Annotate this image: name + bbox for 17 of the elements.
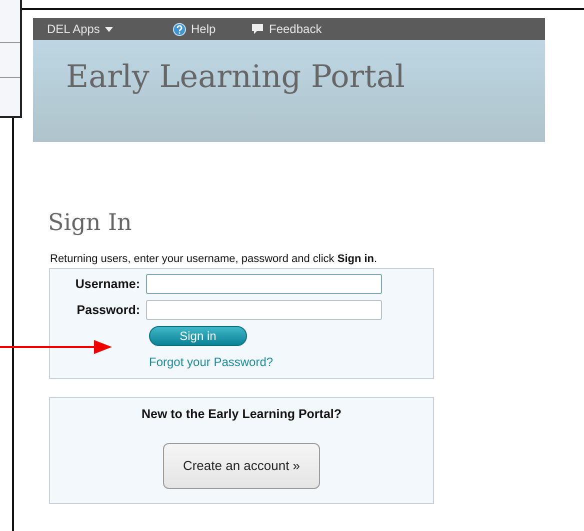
- nav-link[interactable]: Feedback: [251, 20, 322, 38]
- create-account-button[interactable]: Create an account »: [163, 442, 320, 489]
- caret-icon: [104, 26, 113, 32]
- username-field[interactable]: [146, 274, 382, 294]
- field-label: Username:: [74, 276, 141, 293]
- portal-title: Early Learning Portal: [66, 58, 405, 97]
- help-icon: [173, 22, 186, 36]
- forgot-password-link[interactable]: Forgot your Password?: [149, 353, 274, 371]
- nav-link[interactable]: Help: [173, 20, 216, 38]
- password-field[interactable]: [146, 300, 382, 320]
- sign-in-button[interactable]: Sign in: [149, 326, 247, 346]
- apps-menu[interactable]: DEL Apps: [47, 20, 113, 38]
- sign-in-heading: Sign In: [48, 209, 132, 238]
- speech-bubble-icon: [251, 23, 264, 35]
- field-label: Password:: [76, 302, 141, 319]
- instructions-text: Returning users, enter your username, password and click Sign in.: [50, 252, 378, 266]
- register-prompt: New to the Early Learning Portal?: [141, 406, 342, 423]
